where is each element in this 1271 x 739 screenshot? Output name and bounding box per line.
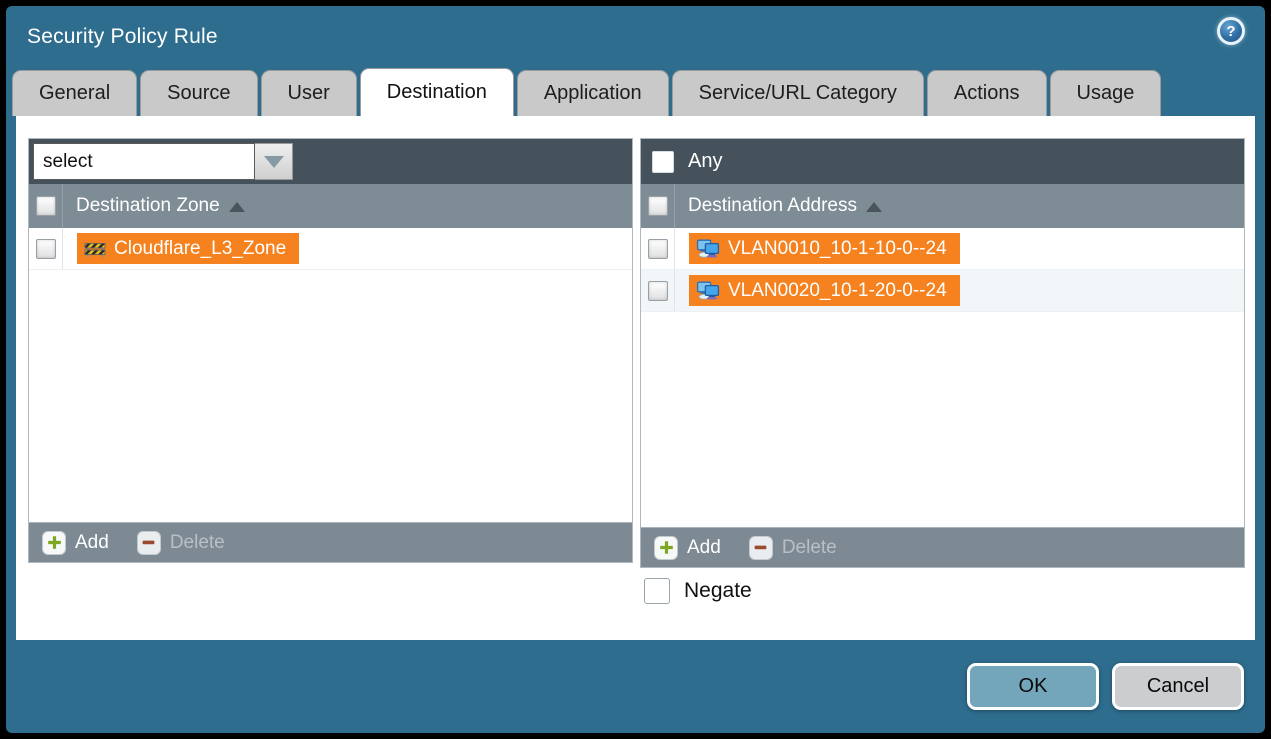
zone-column-header[interactable]: Destination Zone — [63, 195, 245, 217]
zone-list-item[interactable]: Cloudflare_L3_Zone — [29, 228, 632, 270]
address-column-header-label: Destination Address — [688, 195, 857, 217]
zone-select-all-checkbox[interactable] — [36, 196, 56, 216]
dialog-title: Security Policy Rule — [27, 25, 218, 49]
chevron-down-icon — [264, 156, 284, 168]
negate-row: Negate — [644, 578, 752, 604]
zone-delete-label: Delete — [170, 532, 225, 554]
zone-add-button[interactable]: Add — [42, 531, 109, 555]
tab-actions[interactable]: Actions — [927, 70, 1047, 116]
title-bar: Security Policy Rule ? — [6, 6, 1265, 68]
address-tag-label: VLAN0020_10-1-20-0--24 — [728, 280, 947, 302]
zone-panel-toolbar: select — [29, 139, 632, 184]
tab-source[interactable]: Source — [140, 70, 257, 116]
address-add-label: Add — [687, 537, 721, 559]
address-row-checkbox[interactable] — [648, 239, 668, 259]
zone-select-dropdown-button[interactable] — [255, 143, 293, 180]
screen: Security Policy Rule ? General Source Us… — [0, 0, 1271, 739]
address-column-header[interactable]: Destination Address — [675, 195, 882, 217]
tab-application[interactable]: Application — [517, 70, 669, 116]
address-icon — [696, 239, 720, 259]
negate-label: Negate — [684, 579, 752, 603]
address-panel-footer: Add Delete — [641, 527, 1244, 567]
address-row-checkbox[interactable] — [648, 281, 668, 301]
address-tag-label: VLAN0010_10-1-10-0--24 — [728, 238, 947, 260]
any-checkbox[interactable] — [652, 151, 674, 173]
address-select-all-checkbox[interactable] — [648, 196, 668, 216]
zone-column-header-label: Destination Zone — [76, 195, 220, 217]
address-icon — [696, 281, 720, 301]
tab-user[interactable]: User — [261, 70, 357, 116]
tab-content: select Destination Zone — [16, 116, 1255, 640]
destination-address-panel: Any Destination Address — [640, 138, 1245, 568]
negate-checkbox[interactable] — [644, 578, 670, 604]
address-tag[interactable]: VLAN0020_10-1-20-0--24 — [689, 275, 960, 306]
destination-zone-panel: select Destination Zone — [28, 138, 633, 563]
dialog-button-bar: OK Cancel — [6, 640, 1265, 733]
tab-destination[interactable]: Destination — [360, 68, 514, 116]
ok-button[interactable]: OK — [967, 663, 1099, 710]
address-delete-label: Delete — [782, 537, 837, 559]
zone-column-header-row: Destination Zone — [29, 184, 632, 228]
address-tag[interactable]: VLAN0010_10-1-10-0--24 — [689, 233, 960, 264]
zone-delete-button[interactable]: Delete — [137, 531, 225, 555]
zone-list: Cloudflare_L3_Zone — [29, 228, 632, 522]
sort-ascending-icon — [229, 202, 245, 212]
add-icon — [42, 531, 66, 555]
address-list-item[interactable]: VLAN0010_10-1-10-0--24 — [641, 228, 1244, 270]
security-policy-rule-dialog: Security Policy Rule ? General Source Us… — [6, 6, 1265, 733]
address-delete-button[interactable]: Delete — [749, 536, 837, 560]
zone-add-label: Add — [75, 532, 109, 554]
sort-ascending-icon — [866, 202, 882, 212]
help-glyph: ? — [1226, 23, 1235, 40]
address-list: VLAN0010_10-1-10-0--24 — [641, 228, 1244, 527]
tab-bar: General Source User Destination Applicat… — [6, 68, 1265, 116]
zone-icon — [84, 240, 106, 257]
zone-select-value[interactable]: select — [33, 143, 255, 180]
zone-tag-label: Cloudflare_L3_Zone — [114, 238, 286, 260]
zone-panel-footer: Add Delete — [29, 522, 632, 562]
address-list-item[interactable]: VLAN0020_10-1-20-0--24 — [641, 270, 1244, 312]
address-column-header-row: Destination Address — [641, 184, 1244, 228]
help-icon[interactable]: ? — [1217, 17, 1245, 45]
tab-general[interactable]: General — [12, 70, 137, 116]
zone-select-combobox[interactable]: select — [33, 143, 293, 180]
zone-row-checkbox[interactable] — [36, 239, 56, 259]
tab-service-url-category[interactable]: Service/URL Category — [672, 70, 924, 116]
zone-tag[interactable]: Cloudflare_L3_Zone — [77, 233, 299, 264]
address-add-button[interactable]: Add — [654, 536, 721, 560]
add-icon — [654, 536, 678, 560]
cancel-button[interactable]: Cancel — [1112, 663, 1244, 710]
delete-icon — [749, 536, 773, 560]
tab-usage[interactable]: Usage — [1050, 70, 1162, 116]
any-label: Any — [688, 150, 722, 173]
address-panel-toolbar: Any — [641, 139, 1244, 184]
delete-icon — [137, 531, 161, 555]
